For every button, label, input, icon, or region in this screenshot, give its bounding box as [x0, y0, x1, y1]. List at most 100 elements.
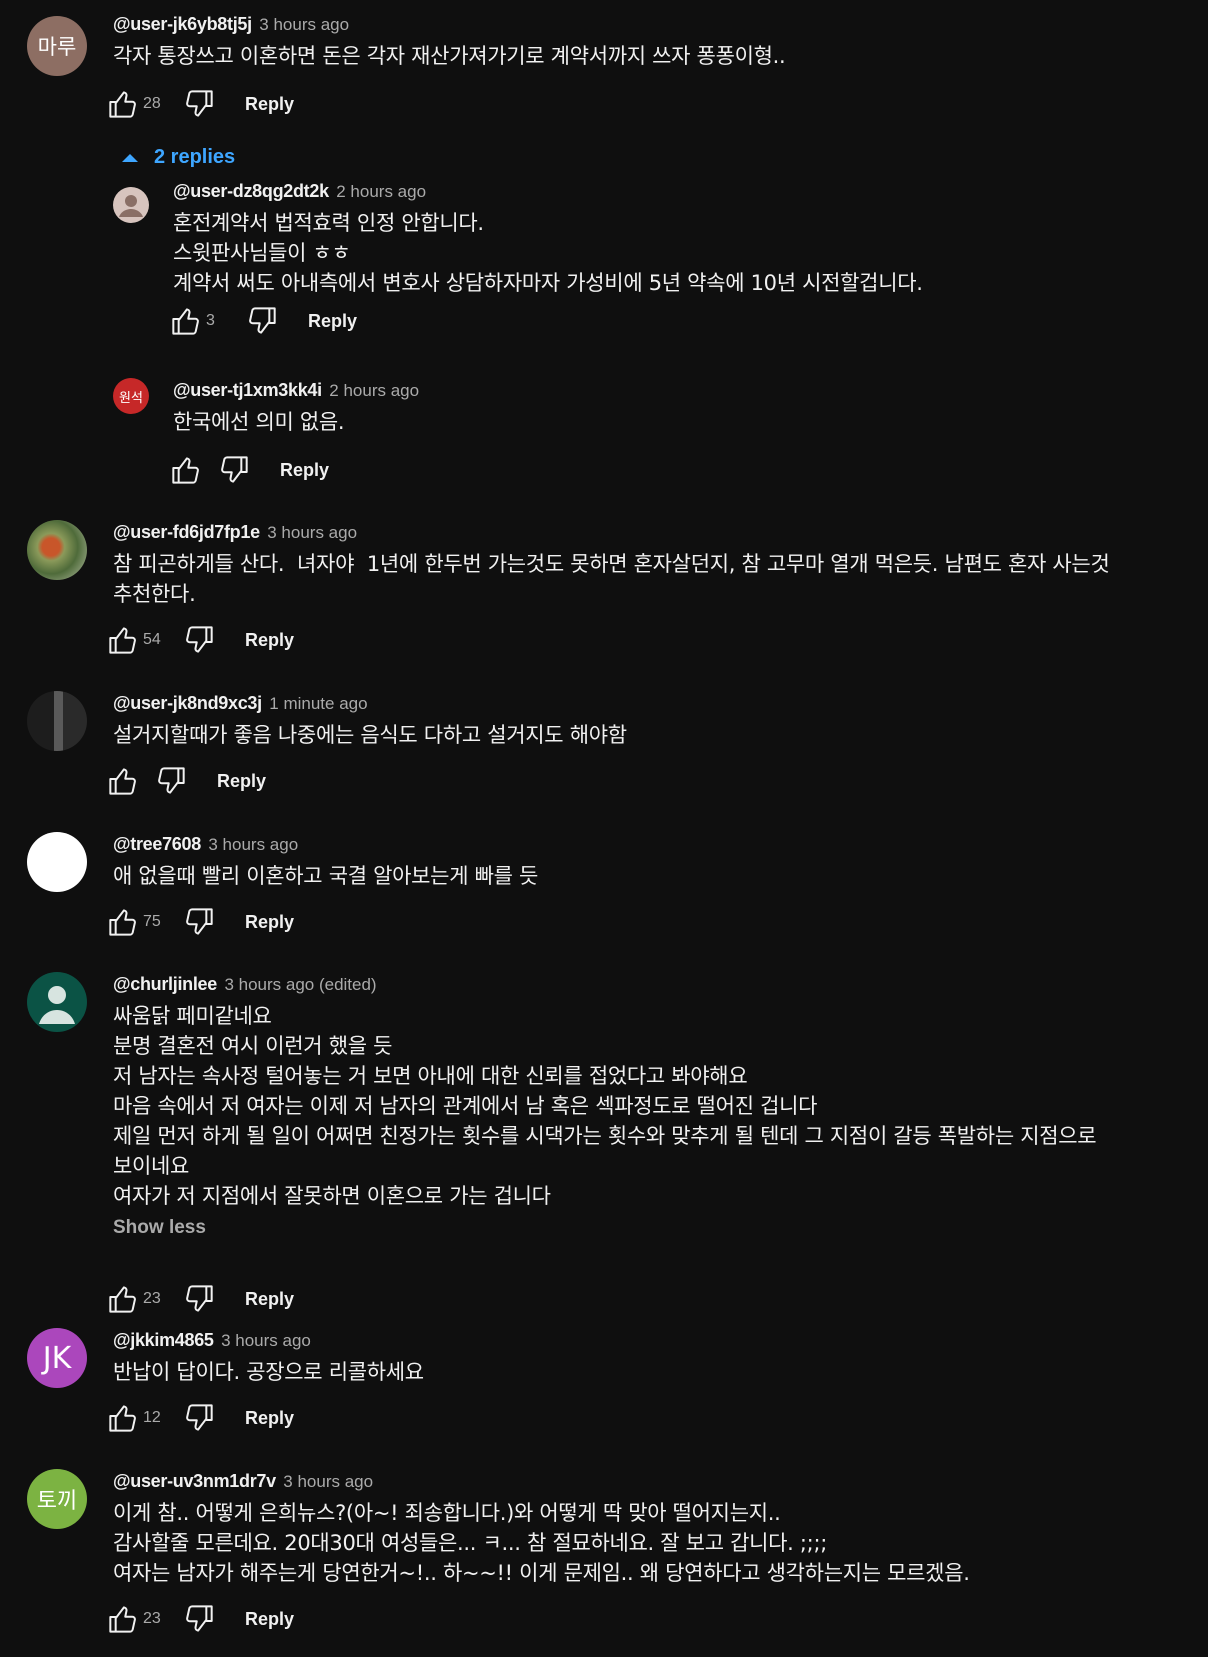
like-icon[interactable] [107, 906, 139, 938]
avatar[interactable]: 토끼 [27, 1469, 87, 1529]
author-name[interactable]: @user-jk6yb8tj5j [113, 14, 252, 34]
comment-text: 이게 참.. 어떻게 은희뉴스?(아~! 죄송합니다.)와 어떻게 딱 맞아 떨… [113, 1501, 970, 1585]
reply-actions: Reply [170, 450, 329, 490]
comment-actions: 23 Reply [107, 1599, 294, 1639]
author-name[interactable]: @user-jk8nd9xc3j [113, 693, 262, 713]
reply-text: 한국에선 의미 없음. [173, 410, 345, 434]
replies-count-label: 2 replies [154, 146, 236, 168]
like-count: 12 [143, 1409, 161, 1426]
reply-button[interactable]: Reply [245, 1289, 294, 1310]
dislike-icon[interactable] [183, 1283, 215, 1315]
reply-button[interactable]: Reply [217, 771, 266, 792]
reply-button[interactable]: Reply [245, 1609, 294, 1630]
comment-body: @churljinlee 3 hours ago (edited) 싸움닭 페미… [113, 972, 1188, 1239]
reply-header: @user-dz8qg2dt2k 2 hours ago [173, 179, 1188, 203]
comment-time[interactable]: 1 minute ago [269, 694, 367, 713]
reply-button[interactable]: Reply [245, 630, 294, 651]
comment-actions: 54 Reply [107, 620, 294, 660]
replies-toggle[interactable]: 2 replies [120, 146, 235, 169]
reply-button[interactable]: Reply [245, 94, 294, 115]
default-avatar-icon [119, 195, 143, 217]
comment-time[interactable]: 3 hours ago [208, 835, 298, 854]
like-count: 54 [143, 631, 161, 648]
dislike-icon[interactable] [218, 454, 250, 486]
comment-text: 싸움닭 페미같네요 분명 결혼전 여시 이런거 했을 듯 저 남자는 속사정 털… [113, 1004, 1097, 1208]
avatar[interactable]: JK [27, 1328, 87, 1388]
avatar[interactable] [27, 691, 87, 751]
author-name[interactable]: @user-tj1xm3kk4i [173, 380, 322, 400]
comment-actions: 23 Reply [107, 1279, 294, 1319]
comment-text: 설거지할때가 좋음 나중에는 음식도 다하고 설거지도 해야함 [113, 723, 627, 747]
reply-button[interactable]: Reply [280, 460, 329, 481]
like-count: 3 [206, 312, 215, 329]
like-count: 75 [143, 913, 161, 930]
author-name[interactable]: @churljinlee [113, 974, 217, 994]
comment-actions: 28 Reply [107, 84, 294, 124]
comment-actions: 12 Reply [107, 1398, 294, 1438]
avatar[interactable]: 원석 [113, 378, 149, 414]
like-icon[interactable] [107, 1603, 139, 1635]
like-count: 23 [143, 1290, 161, 1307]
comment-time[interactable]: 3 hours ago [221, 1331, 311, 1350]
dislike-icon[interactable] [183, 1603, 215, 1635]
like-icon[interactable] [107, 624, 139, 656]
comment-header: @user-fd6jd7fp1e 3 hours ago [113, 520, 1188, 544]
reply-button[interactable]: Reply [245, 912, 294, 933]
comment-text: 각자 통장쓰고 이혼하면 돈은 각자 재산가져가기로 계약서까지 쓰자 퐁퐁이형… [113, 44, 786, 68]
comment-body: @user-uv3nm1dr7v 3 hours ago 이게 참.. 어떻게 … [113, 1469, 1188, 1588]
author-name[interactable]: @user-uv3nm1dr7v [113, 1471, 276, 1491]
dislike-icon[interactable] [155, 765, 187, 797]
avatar[interactable] [27, 520, 87, 580]
like-icon[interactable] [107, 88, 139, 120]
like-icon[interactable] [170, 454, 202, 486]
author-name[interactable]: @user-fd6jd7fp1e [113, 522, 260, 542]
comment-time[interactable]: 2 hours ago [336, 182, 426, 201]
comment-time[interactable]: 3 hours ago [283, 1472, 373, 1491]
comment-header: @tree7608 3 hours ago [113, 832, 1188, 856]
comment-header: @user-jk8nd9xc3j 1 minute ago [113, 691, 1188, 715]
avatar-text: 원석 [119, 390, 143, 406]
avatar[interactable] [113, 187, 149, 223]
like-icon[interactable] [107, 1283, 139, 1315]
like-icon[interactable] [107, 1402, 139, 1434]
comment-time[interactable]: 2 hours ago [329, 381, 419, 400]
like-count: 23 [143, 1610, 161, 1627]
comment-body: @user-jk8nd9xc3j 1 minute ago 설거지할때가 좋음 … [113, 691, 1188, 750]
comment-time[interactable]: 3 hours ago [267, 523, 357, 542]
comment-header: @user-jk6yb8tj5j 3 hours ago [113, 12, 1188, 36]
caret-up-icon [122, 153, 138, 162]
comment-text: 반납이 답이다. 공장으로 리콜하세요 [113, 1360, 424, 1384]
dislike-icon[interactable] [183, 88, 215, 120]
comment-actions: 75 Reply [107, 902, 294, 942]
comment-text: 참 피곤하게들 산다. 녀자야 1년에 한두번 가는것도 못하면 혼자살던지, … [113, 552, 1110, 606]
dislike-icon[interactable] [183, 1402, 215, 1434]
avatar-text: 마루 [37, 35, 77, 59]
comment-header: @user-uv3nm1dr7v 3 hours ago [113, 1469, 1188, 1493]
show-less-button[interactable]: Show less [113, 1217, 1188, 1239]
dislike-icon[interactable] [183, 906, 215, 938]
dislike-icon[interactable] [246, 305, 278, 337]
avatar[interactable] [27, 832, 87, 892]
default-avatar-icon [39, 986, 75, 1024]
author-name[interactable]: @user-dz8qg2dt2k [173, 181, 329, 201]
like-icon[interactable] [170, 305, 202, 337]
avatar-text: JK [42, 1340, 72, 1376]
reply-button[interactable]: Reply [308, 311, 357, 332]
comment-header: @churljinlee 3 hours ago (edited) [113, 972, 1188, 996]
comment-body: @jkkim4865 3 hours ago 반납이 답이다. 공장으로 리콜하… [113, 1328, 1188, 1387]
comment-text: 애 없을때 빨리 이혼하고 국결 알아보는게 빠를 듯 [113, 864, 539, 888]
reply-body: @user-dz8qg2dt2k 2 hours ago 혼전계약서 법적효력 … [173, 179, 1188, 298]
author-name[interactable]: @jkkim4865 [113, 1330, 214, 1350]
avatar[interactable]: 마루 [27, 16, 87, 76]
reply-header: @user-tj1xm3kk4i 2 hours ago [173, 378, 1188, 402]
like-icon[interactable] [107, 765, 139, 797]
dislike-icon[interactable] [183, 624, 215, 656]
reply-text: 혼전계약서 법적효력 인정 안합니다. 스윗판사님들이 ㅎㅎ 계약서 써도 아내… [173, 211, 923, 295]
reply-actions: 3 Reply [170, 301, 357, 341]
reply-button[interactable]: Reply [245, 1408, 294, 1429]
author-name[interactable]: @tree7608 [113, 834, 201, 854]
comment-time[interactable]: 3 hours ago (edited) [224, 975, 376, 994]
avatar[interactable] [27, 972, 87, 1032]
comment-body: @tree7608 3 hours ago 애 없을때 빨리 이혼하고 국결 알… [113, 832, 1188, 891]
comment-time[interactable]: 3 hours ago [259, 15, 349, 34]
